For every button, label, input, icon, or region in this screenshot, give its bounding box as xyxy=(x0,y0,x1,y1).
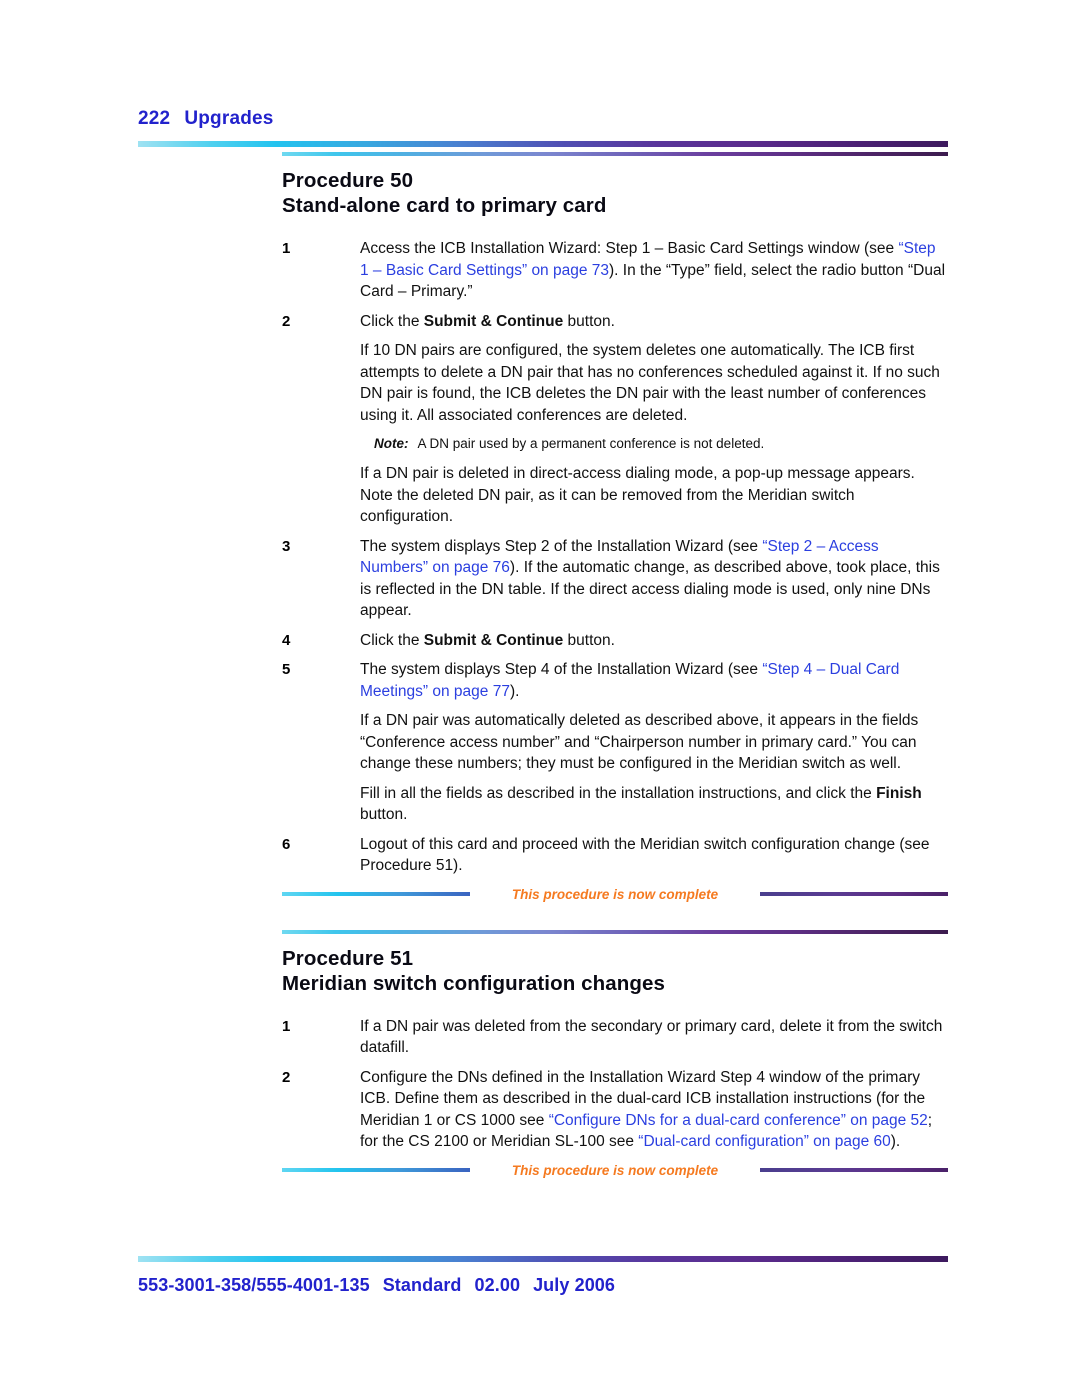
body-text: ). xyxy=(509,682,520,700)
procedure-spacer xyxy=(282,902,948,930)
procedure-step: 3 The system displays Step 2 of the Insta… xyxy=(282,536,948,622)
note-text: A DN pair used by a permanent conference… xyxy=(414,436,765,451)
banner-rule-right xyxy=(760,1168,948,1172)
body-text: The system displays Step 2 of the Instal… xyxy=(360,537,763,555)
footer-date: July 2006 xyxy=(533,1275,616,1295)
step-number: 2 xyxy=(282,312,291,330)
procedure-label: Procedure 50 xyxy=(282,169,414,192)
procedure-divider-rule xyxy=(282,929,948,934)
body-text: If a DN pair was automatically deleted a… xyxy=(360,712,919,772)
emphasis-text: Submit & Continue xyxy=(423,631,564,649)
step-number: 4 xyxy=(282,631,291,649)
step-continuation-paragraph: If a DN pair is deleted in direct-access… xyxy=(360,463,948,528)
body-text: button. xyxy=(563,631,615,649)
header-divider-rule xyxy=(138,141,948,147)
procedure-step: 2 Configure the DNs defined in the Instal… xyxy=(282,1067,948,1153)
step-paragraph: Configure the DNs defined in the Install… xyxy=(360,1067,948,1153)
body-text: Click the xyxy=(360,312,424,330)
procedure-note: Note: A DN pair used by a permanent conf… xyxy=(360,434,948,454)
step-body: Configure the DNs defined in the Install… xyxy=(360,1067,948,1153)
content-column: Procedure 50 Stand-alone card to primary … xyxy=(282,152,948,1178)
step-number: 5 xyxy=(282,661,291,678)
footer-document-number: 553-3001-358/555-4001-135 xyxy=(138,1275,370,1295)
step-paragraph: Access the ICB Installation Wizard: Step… xyxy=(360,238,948,303)
footer-text: 553-3001-358/555-4001-135 Standard 02.00 Ju… xyxy=(138,1275,948,1296)
procedure-steps: 1 If a DN pair was deleted from the secon… xyxy=(282,1016,948,1153)
step-body: The system displays Step 2 of the Instal… xyxy=(360,536,948,622)
body-text: If a DN pair is deleted in direct-access… xyxy=(360,465,915,525)
step-number: 2 xyxy=(282,1068,291,1086)
step-continuation-paragraph: If a DN pair was automatically deleted a… xyxy=(360,710,948,775)
section-title: Upgrades xyxy=(184,108,274,129)
step-body: The system displays Step 4 of the Instal… xyxy=(360,659,948,702)
banner-rule-left xyxy=(282,1168,470,1172)
procedure-step: 1 Access the ICB Installation Wizard: Ste… xyxy=(282,238,948,303)
procedure-title-text: Meridian switch configuration changes xyxy=(282,971,665,995)
procedure-block: Procedure 51 Meridian switch configuratio… xyxy=(282,929,948,1178)
step-body: If a DN pair was deleted from the second… xyxy=(360,1016,948,1059)
footer-version: 02.00 xyxy=(474,1275,521,1295)
step-body: Click the Submit & Continue button. xyxy=(360,311,948,333)
running-header: 222 Upgrades xyxy=(138,108,948,130)
procedures-container: Procedure 50 Stand-alone card to primary … xyxy=(282,152,948,1178)
body-text: Click the xyxy=(360,631,424,649)
note-label: Note: xyxy=(374,436,409,451)
step-paragraph: Logout of this card and proceed with the… xyxy=(360,834,948,877)
procedure-complete-banner: This procedure is now complete xyxy=(282,887,948,902)
procedure-step: 2 Click the Submit & Continue button. xyxy=(282,311,948,333)
page-header: 222 Upgrades xyxy=(138,108,948,147)
step-number: 3 xyxy=(282,537,291,555)
procedure-heading: Procedure 50 Stand-alone card to primary … xyxy=(282,168,948,218)
banner-rule-left xyxy=(282,892,470,896)
procedure-step: 5 The system displays Step 4 of the Insta… xyxy=(282,659,948,702)
emphasis-text: Finish xyxy=(876,784,922,802)
step-body: Access the ICB Installation Wizard: Step… xyxy=(360,238,948,303)
step-paragraph: Click the Submit & Continue button. xyxy=(360,630,948,652)
procedure-step: 1 If a DN pair was deleted from the secon… xyxy=(282,1016,948,1059)
body-text: Fill in all the fields as described in t… xyxy=(360,784,877,802)
step-body: Click the Submit & Continue button. xyxy=(360,630,948,652)
procedure-steps: 1 Access the ICB Installation Wizard: Ste… xyxy=(282,238,948,877)
page-number: 222 xyxy=(138,108,171,129)
body-text: If 10 DN pairs are configured, the syste… xyxy=(360,342,940,424)
step-paragraph: If a DN pair was deleted from the second… xyxy=(360,1016,948,1059)
step-body: Logout of this card and proceed with the… xyxy=(360,834,948,877)
procedure-complete-banner: This procedure is now complete xyxy=(282,1163,948,1178)
cross-reference-link[interactable]: “Dual-card configuration” on page 60 xyxy=(638,1133,890,1150)
body-text: Access the ICB Installation Wizard: Step… xyxy=(360,240,899,257)
procedure-label: Procedure 51 xyxy=(282,946,414,970)
page-footer: 553-3001-358/555-4001-135 Standard 02.00 Ju… xyxy=(138,1256,948,1296)
body-text: button. xyxy=(563,312,615,330)
step-paragraph: The system displays Step 4 of the Instal… xyxy=(360,659,948,702)
procedure-block: Procedure 50 Stand-alone card to primary … xyxy=(282,152,948,902)
step-paragraph: The system displays Step 2 of the Instal… xyxy=(360,536,948,622)
step-number: 1 xyxy=(282,240,291,257)
step-paragraph: Click the Submit & Continue button. xyxy=(360,311,948,333)
step-continuation-paragraph: If 10 DN pairs are configured, the syste… xyxy=(360,340,948,426)
step-number: 1 xyxy=(282,1017,291,1035)
step-number: 6 xyxy=(282,835,291,853)
emphasis-text: Submit & Continue xyxy=(423,312,564,330)
body-text: If a DN pair was deleted from the second… xyxy=(360,1017,943,1057)
banner-rule-right xyxy=(760,892,948,896)
procedure-divider-rule xyxy=(282,152,948,156)
procedure-step: 6 Logout of this card and proceed with th… xyxy=(282,834,948,877)
body-text: The system displays Step 4 of the Instal… xyxy=(360,661,763,678)
body-text: button. xyxy=(360,806,408,823)
procedure-title-text: Stand-alone card to primary card xyxy=(282,194,607,217)
banner-text: This procedure is now complete xyxy=(511,886,719,902)
body-text: ). xyxy=(890,1133,901,1150)
footer-status: Standard xyxy=(382,1275,462,1295)
document-page: 222 Upgrades Procedure 50 Stand-alone card… xyxy=(0,0,1080,1397)
body-text: Logout of this card and proceed with the… xyxy=(360,835,930,875)
step-continuation-paragraph: Fill in all the fields as described in t… xyxy=(360,783,948,826)
procedure-heading: Procedure 51 Meridian switch configuratio… xyxy=(282,946,948,996)
banner-text: This procedure is now complete xyxy=(511,1162,719,1178)
cross-reference-link[interactable]: “Configure DNs for a dual-card conferenc… xyxy=(549,1112,928,1129)
footer-divider-rule xyxy=(138,1256,948,1262)
procedure-step: 4 Click the Submit & Continue button. xyxy=(282,630,948,652)
